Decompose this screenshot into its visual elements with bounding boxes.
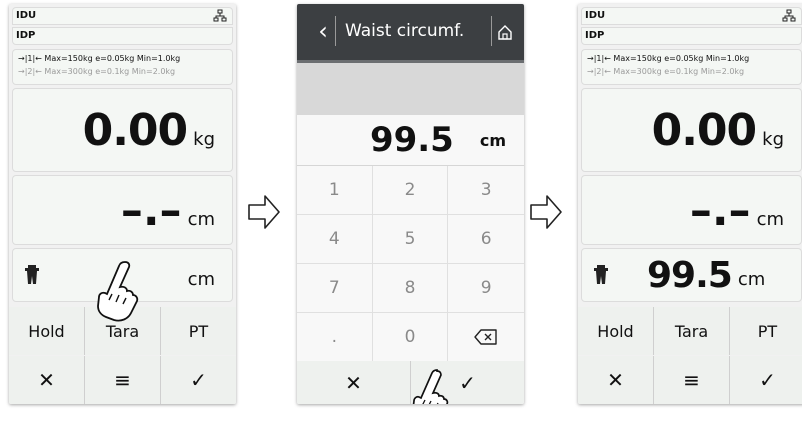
cancel-button[interactable]: ✕ (297, 361, 411, 404)
idp-row[interactable]: IDP (12, 27, 233, 45)
height-display: –.– cm (12, 175, 233, 245)
tara-button[interactable]: Tara (654, 307, 730, 355)
range-2-text: →|2|← Max=300kg e=0.1kg Min=2.0kg (18, 67, 176, 76)
weight-unit: kg (762, 128, 784, 150)
menu-button[interactable]: ≡ (654, 356, 730, 404)
backspace-key[interactable] (448, 313, 524, 362)
function-buttons: Hold Tara PT (578, 307, 802, 355)
entry-unit: cm (479, 130, 506, 150)
weight-display: 0.00 kg (581, 88, 802, 172)
range-info: →|1|← Max=150kg e=0.05kg Min=1.0kg →|2|←… (12, 49, 233, 85)
idp-label: IDP (16, 30, 36, 41)
height-display: –.– cm (581, 175, 802, 245)
check-icon: ✓ (190, 368, 207, 392)
home-button[interactable] (491, 16, 518, 46)
idu-row[interactable]: IDU (12, 7, 233, 25)
home-icon (498, 25, 512, 40)
key-0[interactable]: 0 (372, 313, 449, 362)
key-1[interactable]: 1 (297, 166, 373, 215)
waist-icon (25, 265, 39, 284)
hand-pointer-icon (412, 369, 449, 404)
confirm-button[interactable]: ✓ (161, 356, 236, 404)
waist-input-screen: ‹ Waist circumf. 99.5 cm 1 2 3 4 5 6 7 8… (297, 4, 524, 404)
spacer-area (297, 63, 524, 115)
key-decimal[interactable]: . (297, 313, 373, 362)
close-icon: ✕ (38, 368, 55, 392)
weight-value: 0.00 (82, 104, 189, 156)
idp-row[interactable]: IDP (581, 27, 802, 45)
waist-value: 99.5 (647, 254, 733, 296)
menu-icon: ≡ (683, 368, 700, 392)
key-4[interactable]: 4 (297, 215, 373, 264)
network-icon[interactable] (213, 9, 227, 23)
height-value: –.– (120, 184, 182, 236)
menu-button[interactable]: ≡ (85, 356, 161, 404)
arrow-right-icon (530, 195, 562, 229)
key-grid: 1 2 3 4 5 6 7 8 9 . 0 (297, 166, 524, 362)
pt-button[interactable]: PT (161, 307, 236, 355)
waist-row[interactable]: 99.5 cm (581, 248, 802, 302)
key-2[interactable]: 2 (372, 166, 449, 215)
check-icon: ✓ (759, 368, 776, 392)
waist-unit: cm (737, 268, 766, 290)
action-buttons: ✕ ≡ ✓ (578, 356, 802, 404)
screen-title: Waist circumf. (345, 21, 465, 41)
menu-icon: ≡ (114, 368, 131, 392)
entry-value: 99.5 (369, 120, 454, 160)
range-info: →|1|← Max=150kg e=0.05kg Min=1.0kg →|2|←… (581, 49, 802, 85)
confirm-button[interactable]: ✓ (730, 356, 802, 404)
close-icon: ✕ (345, 370, 362, 395)
entry-display: 99.5 cm (297, 115, 524, 166)
cancel-button[interactable]: ✕ (578, 356, 654, 404)
back-button[interactable]: ‹ (311, 16, 336, 46)
scale-screen-after: IDU IDP →|1|← Max=150kg e=0.05kg Min=1.0… (578, 4, 802, 404)
idu-row[interactable]: IDU (581, 7, 802, 25)
idu-label: IDU (585, 10, 606, 21)
chevron-left-icon: ‹ (318, 17, 328, 45)
key-6[interactable]: 6 (448, 215, 524, 264)
hand-pointer-icon (97, 261, 139, 322)
network-icon[interactable] (782, 9, 796, 23)
height-unit: cm (187, 208, 215, 230)
cancel-button[interactable]: ✕ (9, 356, 85, 404)
key-5[interactable]: 5 (372, 215, 449, 264)
backspace-icon (474, 329, 497, 345)
key-3[interactable]: 3 (448, 166, 524, 215)
title-bar: ‹ Waist circumf. (297, 4, 524, 63)
idu-label: IDU (16, 10, 37, 21)
waist-unit: cm (187, 268, 215, 290)
pt-button[interactable]: PT (730, 307, 802, 355)
height-unit: cm (756, 208, 784, 230)
action-buttons: ✕ ≡ ✓ (9, 356, 236, 404)
weight-value: 0.00 (651, 104, 758, 156)
weight-display: 0.00 kg (12, 88, 233, 172)
hold-button[interactable]: Hold (9, 307, 85, 355)
scale-screen-before: IDU IDP →|1|← Max=150kg e=0.05kg Min=1.0… (9, 4, 236, 404)
weight-unit: kg (193, 128, 215, 150)
key-8[interactable]: 8 (372, 264, 449, 313)
arrow-right-icon (248, 195, 280, 229)
range-2-text: →|2|← Max=300kg e=0.1kg Min=2.0kg (587, 67, 745, 76)
waist-icon (594, 265, 608, 284)
idp-label: IDP (585, 30, 605, 41)
key-9[interactable]: 9 (448, 264, 524, 313)
height-value: –.– (689, 184, 751, 236)
range-1-text: →|1|← Max=150kg e=0.05kg Min=1.0kg (587, 54, 750, 63)
close-icon: ✕ (607, 368, 624, 392)
check-icon: ✓ (459, 370, 476, 395)
numeric-keypad: 99.5 cm 1 2 3 4 5 6 7 8 9 . 0 (297, 115, 524, 362)
hold-button[interactable]: Hold (578, 307, 654, 355)
key-7[interactable]: 7 (297, 264, 373, 313)
range-1-text: →|1|← Max=150kg e=0.05kg Min=1.0kg (18, 54, 181, 63)
